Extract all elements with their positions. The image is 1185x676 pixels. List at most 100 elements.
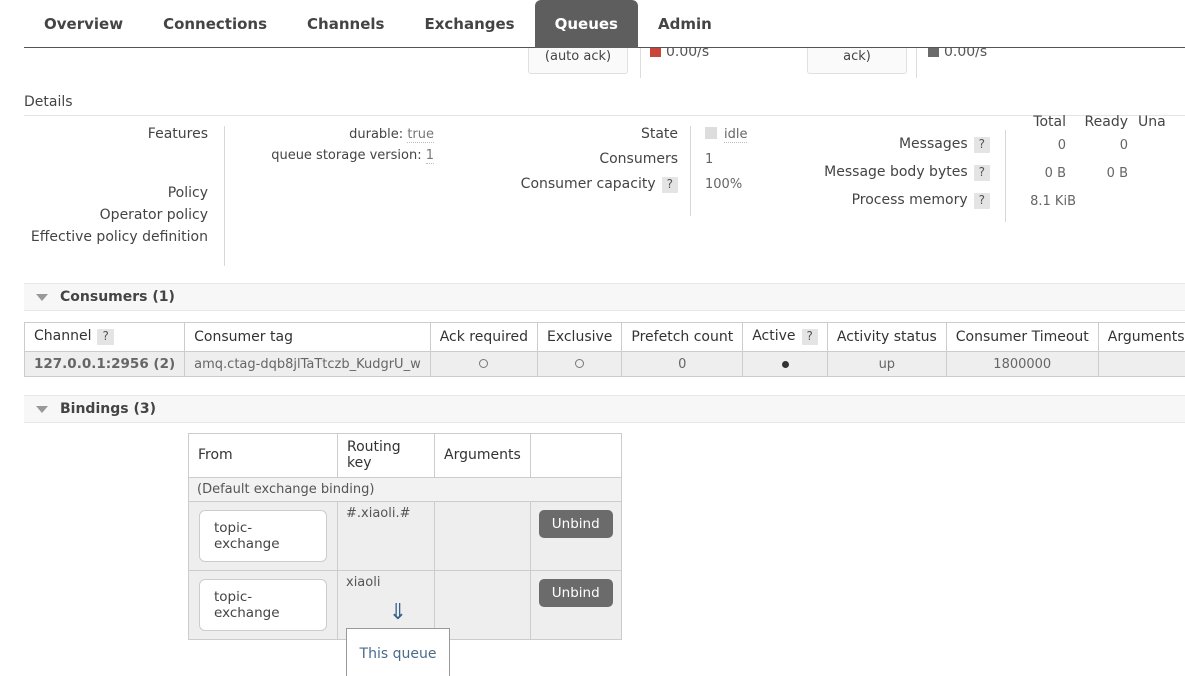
cell-consumer-timeout: 1800000 [945, 351, 1099, 377]
cell-activity-status: up [826, 351, 947, 377]
unbind-button[interactable]: Unbind [538, 510, 613, 538]
process-memory-help-icon[interactable]: ? [973, 193, 990, 209]
rabbitmq-queue-page: (auto ack) ack) 0.00/s 0.00/s Overview C… [0, 0, 1185, 676]
consumer-capacity-text: Consumer capacity [520, 176, 656, 192]
feature-durable-value: true [407, 127, 434, 143]
col-activity-status[interactable]: Activity status [826, 322, 947, 352]
operator-policy-row: Operator policy [0, 207, 440, 223]
cell-arguments [1097, 351, 1185, 377]
consumers-section-header[interactable]: Consumers (1) [24, 283, 1185, 311]
this-queue-box: This queue [346, 628, 450, 676]
consumers-table: Channel? Consumer tag Ack required Exclu… [23, 322, 1185, 377]
feature-durable-key: durable: [349, 127, 404, 142]
bindings-section-title: Bindings (3) [60, 401, 156, 417]
stats-messages-ready: 0 [1119, 138, 1128, 153]
consumer-capacity-row: Consumer capacity? 100% [450, 176, 770, 193]
cell-prefetch-count: 0 [621, 351, 744, 377]
cell-binding-from: topic-exchange [188, 501, 338, 571]
state-value: idle [724, 127, 748, 143]
col-prefetch-count[interactable]: Prefetch count [621, 322, 744, 352]
legend-box-manual-ack-label: ack) [843, 49, 871, 64]
stats-body-bytes-total: 0 B [1044, 166, 1066, 181]
body-bytes-help-icon[interactable]: ? [973, 165, 990, 181]
ack-required-false-icon [479, 358, 489, 368]
col-channel-label: Channel [34, 328, 92, 344]
exchange-link-topic-exchange[interactable]: topic-exchange [199, 510, 327, 562]
stats-col-total: Total [1033, 114, 1066, 130]
feature-storage-version-key: queue storage version: [271, 148, 422, 163]
details-heading: Details [24, 94, 73, 110]
consumers-section-title: Consumers (1) [60, 289, 175, 305]
consumer-capacity-value: 100% [705, 177, 743, 192]
effective-policy-label: Effective policy definition [30, 229, 208, 245]
col-binding-action [529, 433, 622, 478]
col-arguments[interactable]: Arguments [1097, 322, 1185, 352]
nav-item-exchanges[interactable]: Exchanges [404, 0, 534, 47]
stats-row-process-memory-label: Process memory? [800, 192, 990, 209]
col-consumer-tag[interactable]: Consumer tag [184, 322, 431, 352]
features-row: Features durable: true queue storage ver… [0, 126, 440, 164]
nav-item-connections[interactable]: Connections [143, 0, 287, 47]
table-row: 127.0.0.1:2956 (2) amq.ctag-dqb8jlTaTtcz… [23, 351, 1185, 377]
operator-policy-label: Operator policy [99, 207, 208, 223]
consumers-table-header-row: Channel? Consumer tag Ack required Exclu… [23, 322, 1185, 352]
cell-exclusive [536, 351, 623, 377]
policy-row: Policy [0, 185, 440, 201]
main-navigation: Overview Connections Channels Exchanges … [0, 0, 1185, 48]
details-column-state: State idle Consumers 1 Consumer capacity… [450, 126, 770, 216]
col-exclusive[interactable]: Exclusive [536, 322, 623, 352]
default-exchange-binding-label: (Default exchange binding) [188, 477, 622, 502]
stats-row-messages-label: Messages? [800, 136, 990, 153]
messages-help-icon[interactable]: ? [973, 137, 990, 153]
queue-binding-diagram: ⇓ This queue [346, 602, 450, 676]
nav-item-queues[interactable]: Queues [534, 0, 638, 48]
stats-body-bytes-ready: 0 B [1106, 166, 1128, 181]
active-true-icon [781, 360, 789, 368]
cell-channel[interactable]: 127.0.0.1:2956 (2) [23, 351, 186, 377]
default-binding-row: (Default exchange binding) [188, 477, 622, 502]
cell-binding-action: Unbind [529, 501, 622, 571]
col-from: From [188, 433, 338, 478]
table-row: topic-exchange #.xiaoli.# Unbind [188, 501, 622, 571]
channel-help-icon[interactable]: ? [97, 329, 114, 345]
messages-text: Messages [898, 136, 968, 152]
cell-ack-required [429, 351, 538, 377]
state-indicator-icon [705, 127, 717, 139]
cell-active [742, 351, 828, 377]
nav-item-channels[interactable]: Channels [287, 0, 404, 47]
consumer-capacity-help-icon[interactable]: ? [661, 177, 678, 193]
col-active[interactable]: Active? [742, 322, 828, 352]
unbind-button[interactable]: Unbind [538, 579, 613, 607]
nav-item-admin[interactable]: Admin [638, 0, 732, 47]
consumer-capacity-label: Consumer capacity? [450, 176, 678, 193]
features-values: durable: true queue storage version: 1 [224, 127, 434, 164]
chevron-down-icon [36, 405, 48, 413]
col-channel[interactable]: Channel? [23, 322, 186, 352]
cell-consumer-tag: amq.ctag-dqb8jlTaTtczb_KudgrU_w [184, 351, 431, 377]
active-help-icon[interactable]: ? [801, 329, 818, 345]
effective-policy-row: Effective policy definition [0, 229, 440, 245]
policy-label: Policy [167, 185, 208, 201]
process-memory-text: Process memory [851, 192, 968, 208]
stats-messages-total: 0 [1057, 138, 1066, 153]
bindings-section-header[interactable]: Bindings (3) [24, 395, 1185, 423]
state-label: State [640, 126, 678, 142]
exchange-link-topic-exchange[interactable]: topic-exchange [199, 579, 327, 631]
nav-item-overview[interactable]: Overview [24, 0, 143, 47]
binding-arrow-icon: ⇓ [388, 600, 408, 625]
cell-binding-arguments [434, 501, 531, 571]
state-value-wrap: idle [705, 127, 748, 143]
cell-binding-routing-key: #.xiaoli.# [337, 501, 435, 571]
legend-box-auto-ack-label: (auto ack) [544, 49, 612, 64]
details-heading-rule [24, 115, 1185, 116]
col-ack-required[interactable]: Ack required [429, 322, 538, 352]
body-bytes-text: Message body bytes [824, 164, 968, 180]
consumers-count-label: Consumers [599, 151, 678, 167]
cell-binding-from: topic-exchange [188, 570, 338, 640]
stats-col-ready: Ready [1084, 114, 1128, 130]
bindings-table-header-row: From Routing key Arguments [188, 433, 622, 478]
consumers-count-value: 1 [705, 152, 714, 167]
state-row: State idle [450, 126, 770, 143]
col-binding-arguments: Arguments [434, 433, 531, 478]
col-consumer-timeout[interactable]: Consumer Timeout [945, 322, 1099, 352]
